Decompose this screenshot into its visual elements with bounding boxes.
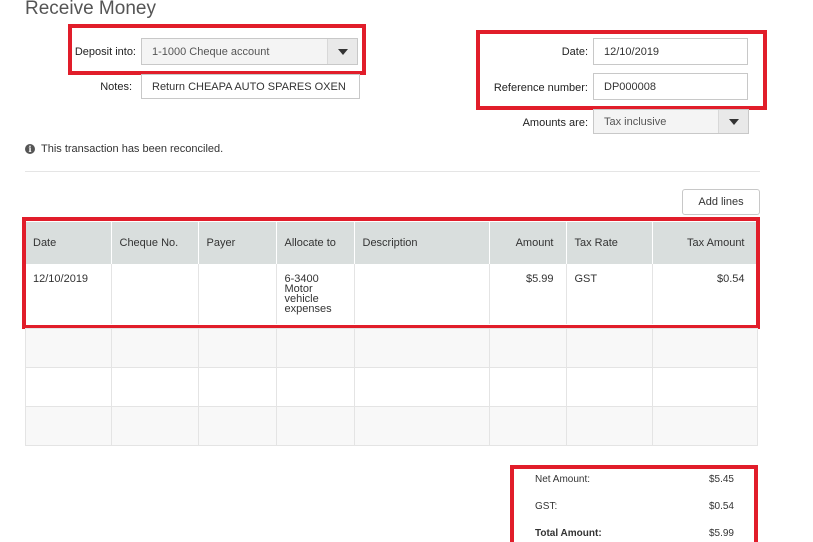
- amounts-are-select[interactable]: Tax inclusive: [593, 109, 749, 134]
- reconciled-text: This transaction has been reconciled.: [41, 143, 224, 155]
- amounts-are-label: Amounts are:: [522, 117, 588, 129]
- divider: [25, 171, 760, 172]
- notes-label: Notes:: [100, 81, 132, 93]
- amounts-are-value: Tax inclusive: [604, 115, 667, 128]
- empty-rows: [25, 328, 758, 446]
- add-lines-button[interactable]: Add lines: [682, 189, 760, 215]
- highlight-date-reference: [476, 30, 767, 110]
- chevron-down-icon[interactable]: [718, 110, 748, 133]
- highlight-table: [22, 217, 760, 329]
- empty-row[interactable]: [25, 406, 758, 446]
- highlight-deposit: [68, 24, 366, 75]
- reconciled-notice: i This transaction has been reconciled.: [25, 143, 223, 155]
- info-icon: i: [25, 144, 35, 154]
- page-title: Receive Money: [25, 0, 156, 19]
- empty-row[interactable]: [25, 367, 758, 407]
- notes-input[interactable]: Return CHEAPA AUTO SPARES OXEN: [141, 74, 360, 99]
- highlight-totals: [510, 465, 758, 542]
- empty-row[interactable]: [25, 328, 758, 368]
